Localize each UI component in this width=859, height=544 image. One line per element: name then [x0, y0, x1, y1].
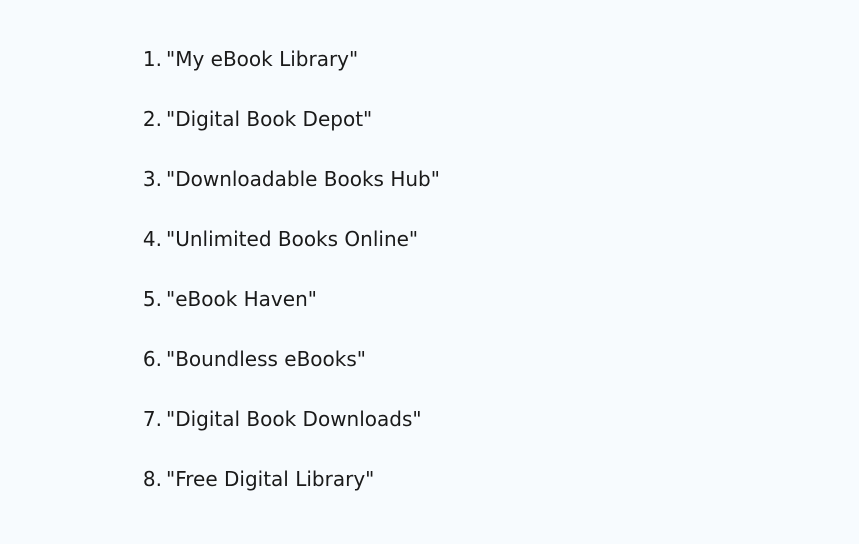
- list-item-number: 4.: [142, 227, 162, 251]
- list-item-text: "Digital Book Depot": [166, 107, 373, 131]
- list-item-text: "Boundless eBooks": [166, 347, 366, 371]
- list-item-number: 8.: [142, 467, 162, 491]
- list-item-text: "My eBook Library": [166, 47, 359, 71]
- list-item-number: 3.: [142, 167, 162, 191]
- list-item: 3. "Downloadable Books Hub": [0, 164, 600, 194]
- list-item: 5. "eBook Haven": [0, 284, 600, 314]
- list-item: 7. "Digital Book Downloads": [0, 404, 600, 434]
- list-item: 6. "Boundless eBooks": [0, 344, 600, 374]
- list-item-number: 1.: [142, 47, 162, 71]
- list-item-text: "Free Digital Library": [166, 467, 375, 491]
- list-item-number: 6.: [142, 347, 162, 371]
- list-item-text: "Digital Book Downloads": [166, 407, 422, 431]
- list-item-number: 5.: [142, 287, 162, 311]
- list-item: 8. "Free Digital Library": [0, 464, 600, 494]
- list-item: 2. "Digital Book Depot": [0, 104, 600, 134]
- list-item-text: "Unlimited Books Online": [166, 227, 419, 251]
- list-item-number: 7.: [142, 407, 162, 431]
- list-item: 1. "My eBook Library": [0, 44, 600, 74]
- list-item-text: "Downloadable Books Hub": [166, 167, 440, 191]
- list-item: 4. "Unlimited Books Online": [0, 224, 600, 254]
- list-item-number: 2.: [142, 107, 162, 131]
- list-item-text: "eBook Haven": [166, 287, 317, 311]
